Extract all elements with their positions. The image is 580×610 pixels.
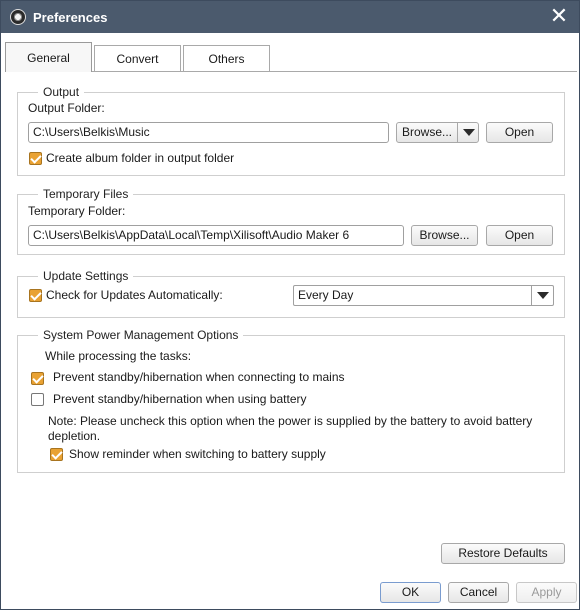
temp-files-legend: Temporary Files [38,187,134,201]
output-browse-label[interactable]: Browse... [397,123,457,142]
cancel-button[interactable]: Cancel [448,582,509,603]
apply-button[interactable]: Apply [516,582,577,603]
prevent-battery-checkbox[interactable] [31,393,44,406]
prevent-mains-label: Prevent standby/hibernation when connect… [53,370,345,384]
chevron-down-icon [537,292,549,299]
battery-note-line1: Note: Please uncheck this option when th… [48,414,533,428]
album-folder-label: Create album folder in output folder [46,151,235,165]
output-folder-input[interactable]: C:\Users\Belkis\Music [28,122,389,143]
ok-button[interactable]: OK [380,582,441,603]
temp-folder-label: Temporary Folder: [28,204,126,218]
output-browse-dropdown[interactable] [457,123,479,142]
output-open-button[interactable]: Open [486,122,553,143]
battery-reminder-checkbox[interactable] [50,448,63,461]
prevent-mains-checkbox[interactable] [31,372,44,385]
app-icon [10,9,26,25]
preferences-window: Preferences ✕ General Convert Others Out… [0,0,580,610]
restore-defaults-button[interactable]: Restore Defaults [441,543,565,564]
update-frequency-dropdown[interactable] [531,286,553,305]
window-title: Preferences [33,10,108,25]
processing-tasks-label: While processing the tasks: [45,349,192,363]
output-browse-button[interactable]: Browse... [396,122,479,143]
prevent-battery-label: Prevent standby/hibernation when using b… [53,392,307,406]
tab-general[interactable]: General [5,42,92,72]
output-legend: Output [38,85,85,99]
album-folder-checkbox[interactable] [29,152,42,165]
auto-update-label: Check for Updates Automatically: [46,288,223,302]
chevron-down-icon [463,129,475,136]
temp-open-button[interactable]: Open [486,225,553,246]
update-settings-legend: Update Settings [38,269,134,283]
battery-reminder-label: Show reminder when switching to battery … [69,447,326,461]
update-frequency-value: Every Day [298,288,354,302]
tab-convert[interactable]: Convert [94,45,181,72]
battery-note-line2: depletion. [48,429,101,443]
tab-others[interactable]: Others [183,45,270,72]
temp-folder-input[interactable]: C:\Users\Belkis\AppData\Local\Temp\Xilis… [28,225,404,246]
auto-update-checkbox[interactable] [29,289,42,302]
title-bar[interactable]: Preferences ✕ [1,1,579,33]
power-management-legend: System Power Management Options [38,328,244,342]
temp-browse-button[interactable]: Browse... [411,225,478,246]
update-frequency-select[interactable]: Every Day [293,285,554,306]
close-icon[interactable]: ✕ [547,5,571,29]
output-folder-label: Output Folder: [28,101,105,115]
